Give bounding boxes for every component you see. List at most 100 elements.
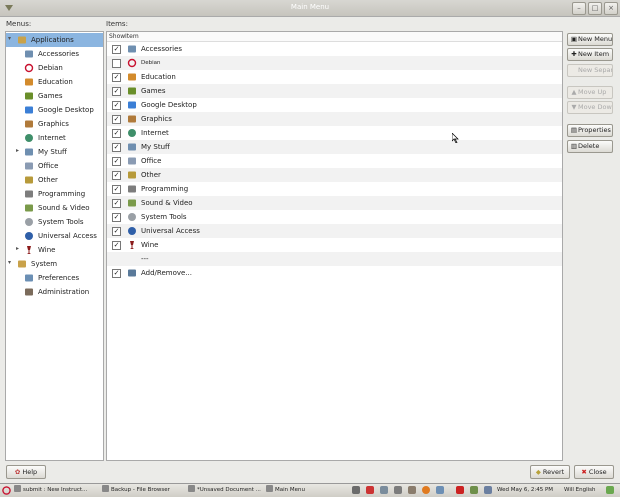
show-checkbox[interactable]: ✓ xyxy=(112,241,121,250)
tray-app-icon[interactable] xyxy=(352,486,360,494)
menu-tree-item[interactable]: ▸ Wine xyxy=(6,243,103,257)
menu-tree-item[interactable]: Accessories xyxy=(6,47,103,61)
debian-menu-icon[interactable] xyxy=(2,486,11,495)
keyboard-layout[interactable]: Will English xyxy=(564,485,596,496)
show-checkbox[interactable]: ✓ xyxy=(112,45,121,54)
tray-system-icon[interactable] xyxy=(606,486,614,494)
administration-icon xyxy=(25,288,33,296)
items-list[interactable]: Show Item ✓ Accessories Debian ✓ Education ✓ G… xyxy=(106,31,563,461)
item-row[interactable]: --- xyxy=(107,252,562,266)
item-row[interactable]: ✓ Graphics xyxy=(107,112,562,126)
menu-tree-item[interactable]: Programming xyxy=(6,187,103,201)
item-row[interactable]: ✓ Internet xyxy=(107,126,562,140)
close-button[interactable]: ✖ Close xyxy=(574,465,614,479)
maximize-button[interactable]: □ xyxy=(588,2,602,15)
menu-tree-item[interactable]: Office xyxy=(6,159,103,173)
item-row[interactable]: ✓ Other xyxy=(107,168,562,182)
item-row[interactable]: ✓ Education xyxy=(107,70,562,84)
show-checkbox[interactable]: ✓ xyxy=(112,213,121,222)
help-button[interactable]: ✿ Help xyxy=(6,465,46,479)
item-row[interactable]: ✓ System Tools xyxy=(107,210,562,224)
item-row[interactable]: ✓ Accessories xyxy=(107,42,562,56)
show-checkbox[interactable]: ✓ xyxy=(112,143,121,152)
clock[interactable]: Wed May 6, 2:45 PM xyxy=(497,485,553,496)
show-checkbox[interactable]: ✓ xyxy=(112,87,121,96)
item-row[interactable]: ✓ Wine xyxy=(107,238,562,252)
tray-update-icon[interactable] xyxy=(366,486,374,494)
expander-open-icon[interactable]: ▾ xyxy=(8,36,14,42)
menu-tree-item[interactable]: Graphics xyxy=(6,117,103,131)
show-checkbox[interactable]: ✓ xyxy=(112,101,121,110)
menu-tree-item[interactable]: Debian xyxy=(6,61,103,75)
item-label: Education xyxy=(141,73,176,81)
my-stuff-icon xyxy=(25,148,33,156)
properties-button[interactable]: ▤Properties xyxy=(567,124,613,137)
delete-icon: ▥ xyxy=(570,142,578,150)
menus-tree[interactable]: ▾ Applications Accessories Debian Education G… xyxy=(5,31,104,461)
item-row[interactable]: ✓ Games xyxy=(107,84,562,98)
menu-tree-item[interactable]: Administration xyxy=(6,285,103,299)
show-checkbox[interactable]: ✓ xyxy=(112,115,121,124)
move-up-button[interactable]: ▲ Move Up xyxy=(567,86,613,99)
tray-network-icon[interactable] xyxy=(380,486,388,494)
menu-tree-item[interactable]: Education xyxy=(6,75,103,89)
new-item-button[interactable]: ✚New Item xyxy=(567,48,613,61)
expander-open-icon[interactable]: ▾ xyxy=(8,260,14,266)
taskbar-task[interactable]: Main Menu xyxy=(266,485,346,496)
menu-tree-item[interactable]: Other xyxy=(6,173,103,187)
delete-button[interactable]: ▥Delete xyxy=(567,140,613,153)
item-column-header[interactable]: Item xyxy=(125,33,139,40)
menu-tree-label: Debian xyxy=(38,64,63,72)
tray-display-icon[interactable] xyxy=(484,486,492,494)
item-row[interactable]: Debian xyxy=(107,56,562,70)
show-checkbox[interactable]: ✓ xyxy=(112,227,121,236)
tray-stop-icon[interactable] xyxy=(456,486,464,494)
tray-volume-icon[interactable] xyxy=(394,486,402,494)
menu-tree-label: System Tools xyxy=(38,218,84,226)
show-checkbox[interactable]: ✓ xyxy=(112,171,121,180)
minimize-button[interactable]: – xyxy=(572,2,586,15)
new-separator-button[interactable]: New Separator xyxy=(567,64,613,77)
expander-closed-icon[interactable]: ▸ xyxy=(16,246,22,252)
menu-tree-item[interactable]: Preferences xyxy=(6,271,103,285)
separator-item: --- xyxy=(141,255,149,263)
item-row[interactable]: ✓ Universal Access xyxy=(107,224,562,238)
show-checkbox[interactable]: ✓ xyxy=(112,129,121,138)
revert-button[interactable]: ◆ Revert xyxy=(530,465,570,479)
menu-tree-item[interactable]: Games xyxy=(6,89,103,103)
tray-messenger-icon[interactable] xyxy=(436,486,444,494)
new-menu-button[interactable]: ▣New Menu xyxy=(567,33,613,46)
menu-tree-item[interactable]: System Tools xyxy=(6,215,103,229)
menu-tree-item[interactable]: ▸ My Stuff xyxy=(6,145,103,159)
menu-editor-icon xyxy=(266,485,273,492)
move-down-button[interactable]: ▼ Move Down xyxy=(567,101,613,114)
expander-closed-icon[interactable]: ▸ xyxy=(16,148,22,154)
tray-battery-icon[interactable] xyxy=(408,486,416,494)
show-column-header[interactable]: Show xyxy=(109,33,125,40)
taskbar-task[interactable]: submit : New Instruct... xyxy=(14,485,98,496)
menu-tree-item[interactable]: ▾ Applications xyxy=(6,33,103,47)
item-row[interactable]: ✓ Programming xyxy=(107,182,562,196)
show-checkbox[interactable]: ✓ xyxy=(112,185,121,194)
tray-firefox-icon[interactable] xyxy=(422,486,430,494)
taskbar-task[interactable]: Backup - File Browser xyxy=(102,485,184,496)
menu-tree-item[interactable]: Google Desktop xyxy=(6,103,103,117)
item-row[interactable]: ✓ My Stuff xyxy=(107,140,562,154)
item-row[interactable]: ✓ Sound & Video xyxy=(107,196,562,210)
show-checkbox[interactable]: ✓ xyxy=(112,269,121,278)
show-checkbox[interactable]: ✓ xyxy=(112,199,121,208)
item-row[interactable]: ✓ Add/Remove... xyxy=(107,266,562,280)
item-row[interactable]: ✓ Google Desktop xyxy=(107,98,562,112)
taskbar-task[interactable]: *Unsaved Document ... xyxy=(188,485,262,496)
show-checkbox[interactable]: ✓ xyxy=(112,157,121,166)
tray-bird-icon[interactable] xyxy=(470,486,478,494)
menu-tree-item[interactable]: Universal Access xyxy=(6,229,103,243)
item-label: Google Desktop xyxy=(141,101,197,109)
menu-tree-item[interactable]: Internet xyxy=(6,131,103,145)
item-row[interactable]: ✓ Office xyxy=(107,154,562,168)
show-checkbox[interactable]: ✓ xyxy=(112,73,121,82)
show-checkbox[interactable] xyxy=(112,59,121,68)
menu-tree-item[interactable]: ▾ System xyxy=(6,257,103,271)
menu-tree-item[interactable]: Sound & Video xyxy=(6,201,103,215)
close-window-button[interactable]: × xyxy=(604,2,618,15)
